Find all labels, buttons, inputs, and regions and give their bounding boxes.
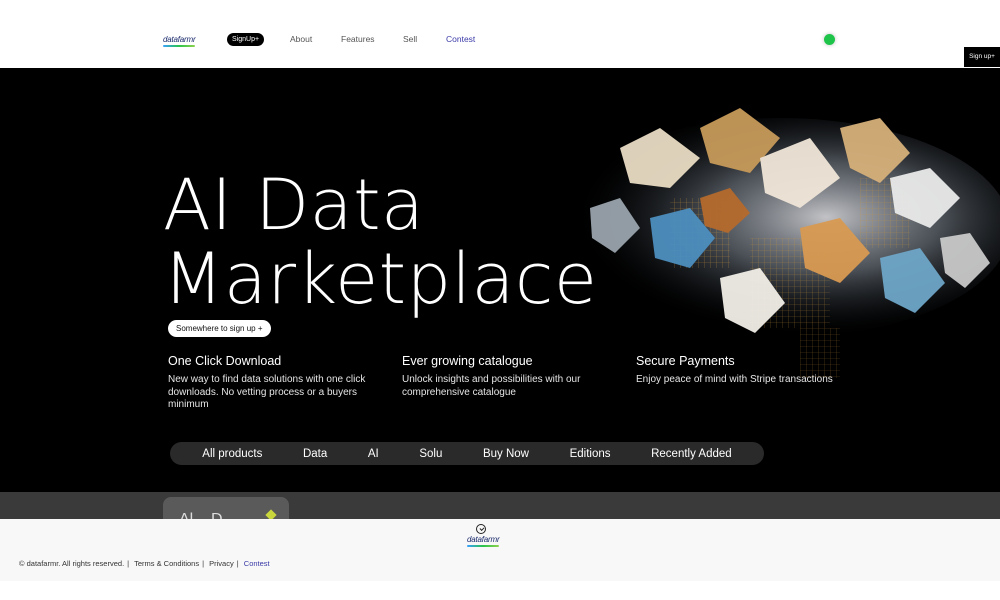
tab-data[interactable]: Data	[303, 448, 327, 460]
footer-link-terms[interactable]: Terms & Conditions	[134, 559, 199, 568]
footer	[0, 519, 1000, 581]
footer-logo-underline	[467, 545, 500, 547]
top-navbar: datafarmr SignUp+ About Features Sell Co…	[0, 0, 1000, 68]
product-card-title: Al... D	[179, 511, 223, 519]
nav-sell[interactable]: Sell	[403, 34, 417, 44]
side-signup-button[interactable]: Sign up+	[964, 47, 1000, 67]
nav-about[interactable]: About	[290, 34, 312, 44]
signup-button[interactable]: SignUp+	[227, 33, 265, 46]
footer-link-contest[interactable]: Contest	[244, 559, 270, 568]
clock-icon	[476, 524, 486, 534]
feature-text: Unlock insights and possibilities with o…	[402, 374, 581, 398]
logo-underline	[163, 45, 196, 47]
copyright-text: © datafarmr. All rights reserved.	[19, 559, 125, 568]
logo[interactable]: datafarmr	[163, 35, 196, 47]
feature-text: New way to find data solutions with one …	[168, 374, 366, 410]
feature-title: Ever growing catalogue	[402, 354, 533, 368]
nav-features[interactable]: Features	[341, 34, 375, 44]
hero-section: AI Data Marketplace Somewhere to sign up…	[0, 68, 1000, 492]
tab-ai[interactable]: AI	[368, 448, 379, 460]
tab-recently-added[interactable]: Recently Added	[651, 448, 732, 460]
hero-signup-button[interactable]: Somewhere to sign up +	[168, 320, 271, 337]
feature-title: One Click Download	[168, 354, 282, 368]
feature-title: Secure Payments	[636, 354, 735, 368]
feature-one-click: One Click Download New way to find data …	[168, 354, 368, 412]
hero-title-line-2: Marketplace	[163, 238, 598, 320]
hero-title: AI Data Marketplace	[163, 168, 597, 316]
feature-catalogue: Ever growing catalogue Unlock insights a…	[402, 354, 602, 399]
product-strip: Al... D	[0, 492, 1000, 519]
hero-title-line-1: AI Data	[163, 164, 425, 246]
status-dot-icon	[824, 34, 835, 45]
tab-editions[interactable]: Editions	[570, 448, 611, 460]
footer-copyright-row: © datafarmr. All rights reserved. | Terms…	[19, 559, 270, 568]
feature-text: Enjoy peace of mind with Stripe transact…	[636, 374, 833, 385]
footer-logo-text: datafarmr	[467, 535, 500, 544]
leaf-icon	[265, 509, 277, 519]
tab-all-products[interactable]: All products	[202, 448, 262, 460]
product-card[interactable]: Al... D	[163, 497, 289, 519]
nav-contest[interactable]: Contest	[446, 34, 475, 44]
feature-payments: Secure Payments Enjoy peace of mind with…	[636, 354, 836, 387]
footer-link-privacy[interactable]: Privacy	[209, 559, 234, 568]
tab-buy-now[interactable]: Buy Now	[483, 448, 529, 460]
logo-text: datafarmr	[163, 35, 196, 44]
tab-solu[interactable]: Solu	[419, 448, 442, 460]
footer-logo[interactable]: datafarmr	[467, 535, 500, 547]
category-tabs: All products Data AI Solu Buy Now Editio…	[170, 442, 764, 465]
